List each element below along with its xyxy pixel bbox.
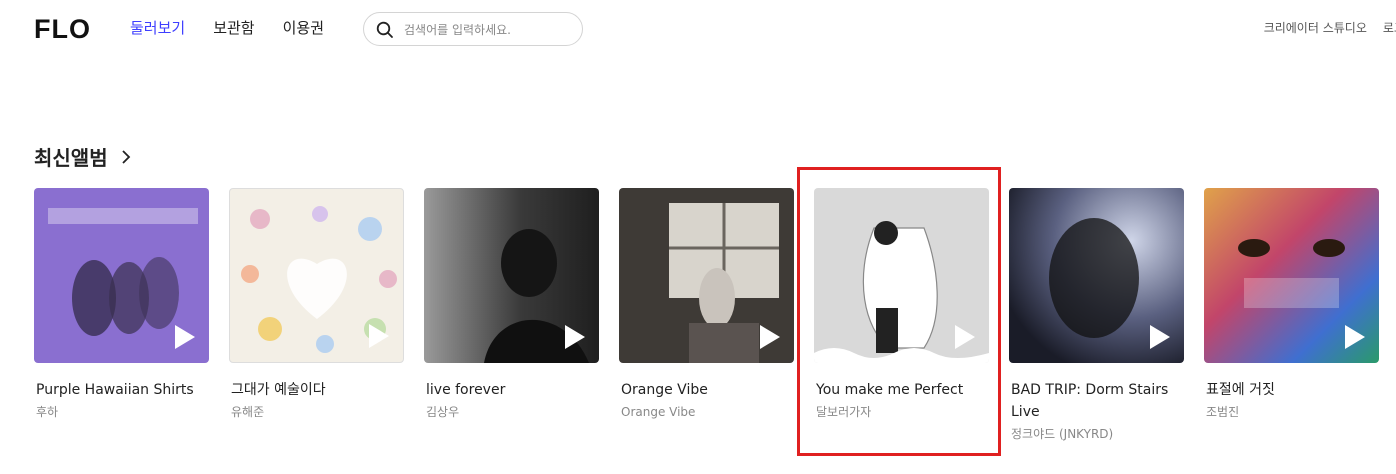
album-title[interactable]: Purple Hawaiian Shirts <box>34 379 214 401</box>
album-artist[interactable]: 조범진 <box>1204 402 1379 422</box>
album-artist[interactable]: 달보러가자 <box>814 402 989 422</box>
album-artist[interactable]: Orange Vibe <box>619 402 794 422</box>
search-box[interactable] <box>363 12 583 46</box>
album-title[interactable]: BAD TRIP: Dorm Stairs Live <box>1009 379 1189 423</box>
flo-logo[interactable]: FLO <box>34 14 91 45</box>
album-artist[interactable]: 김상우 <box>424 402 599 422</box>
play-icon[interactable] <box>953 323 977 351</box>
album-cover[interactable] <box>229 188 404 363</box>
album-cover[interactable] <box>1204 188 1379 363</box>
nav-browse[interactable]: 둘러보기 <box>130 17 185 38</box>
chevron-right-icon[interactable] <box>118 149 134 165</box>
album-card[interactable]: 표절에 거짓 조범진 <box>1204 188 1379 422</box>
album-card[interactable]: You make me Perfect 달보러가자 <box>814 188 989 422</box>
album-artist[interactable]: 유해준 <box>229 402 404 422</box>
play-icon[interactable] <box>1148 323 1172 351</box>
play-icon[interactable] <box>173 323 197 351</box>
album-card[interactable]: 그대가 예술이다 유해준 <box>229 188 404 422</box>
album-title[interactable]: 그대가 예술이다 <box>229 379 409 401</box>
album-title[interactable]: You make me Perfect <box>814 379 994 401</box>
creator-studio-link[interactable]: 크리에이터 스튜디오 <box>1264 19 1367 36</box>
section-header[interactable]: 최신앨범 <box>34 142 134 171</box>
play-icon[interactable] <box>563 323 587 351</box>
search-input[interactable] <box>404 20 572 40</box>
album-cover[interactable] <box>1009 188 1184 363</box>
album-cover[interactable] <box>814 188 989 363</box>
play-icon[interactable] <box>758 323 782 351</box>
header-links: 크리에이터 스튜디오 로그인 <box>1248 19 1396 36</box>
nav-library[interactable]: 보관함 <box>213 17 254 38</box>
play-icon[interactable] <box>1343 323 1367 351</box>
album-cover[interactable] <box>619 188 794 363</box>
section-title[interactable]: 최신앨범 <box>34 142 108 171</box>
album-artist[interactable]: 후하 <box>34 402 209 422</box>
top-header: FLO 둘러보기 보관함 이용권 크리에이터 스튜디오 로그인 <box>0 0 1396 58</box>
album-card[interactable]: live forever 김상우 <box>424 188 599 422</box>
play-icon[interactable] <box>367 322 391 350</box>
search-icon[interactable] <box>376 21 394 39</box>
album-artist[interactable]: 정크야드 (JNKYRD) <box>1009 424 1184 444</box>
album-cover[interactable] <box>424 188 599 363</box>
main-nav: 둘러보기 보관함 이용권 <box>130 17 352 38</box>
album-card[interactable]: Orange Vibe Orange Vibe <box>619 188 794 422</box>
album-cover[interactable] <box>34 188 209 363</box>
nav-subscription[interactable]: 이용권 <box>283 17 324 38</box>
album-title[interactable]: 표절에 거짓 <box>1204 379 1384 401</box>
album-card[interactable]: Purple Hawaiian Shirts 후하 <box>34 188 209 422</box>
login-link[interactable]: 로그인 <box>1383 19 1396 36</box>
album-card[interactable]: BAD TRIP: Dorm Stairs Live 정크야드 (JNKYRD) <box>1009 188 1184 444</box>
album-title[interactable]: live forever <box>424 379 604 401</box>
album-title[interactable]: Orange Vibe <box>619 379 799 401</box>
